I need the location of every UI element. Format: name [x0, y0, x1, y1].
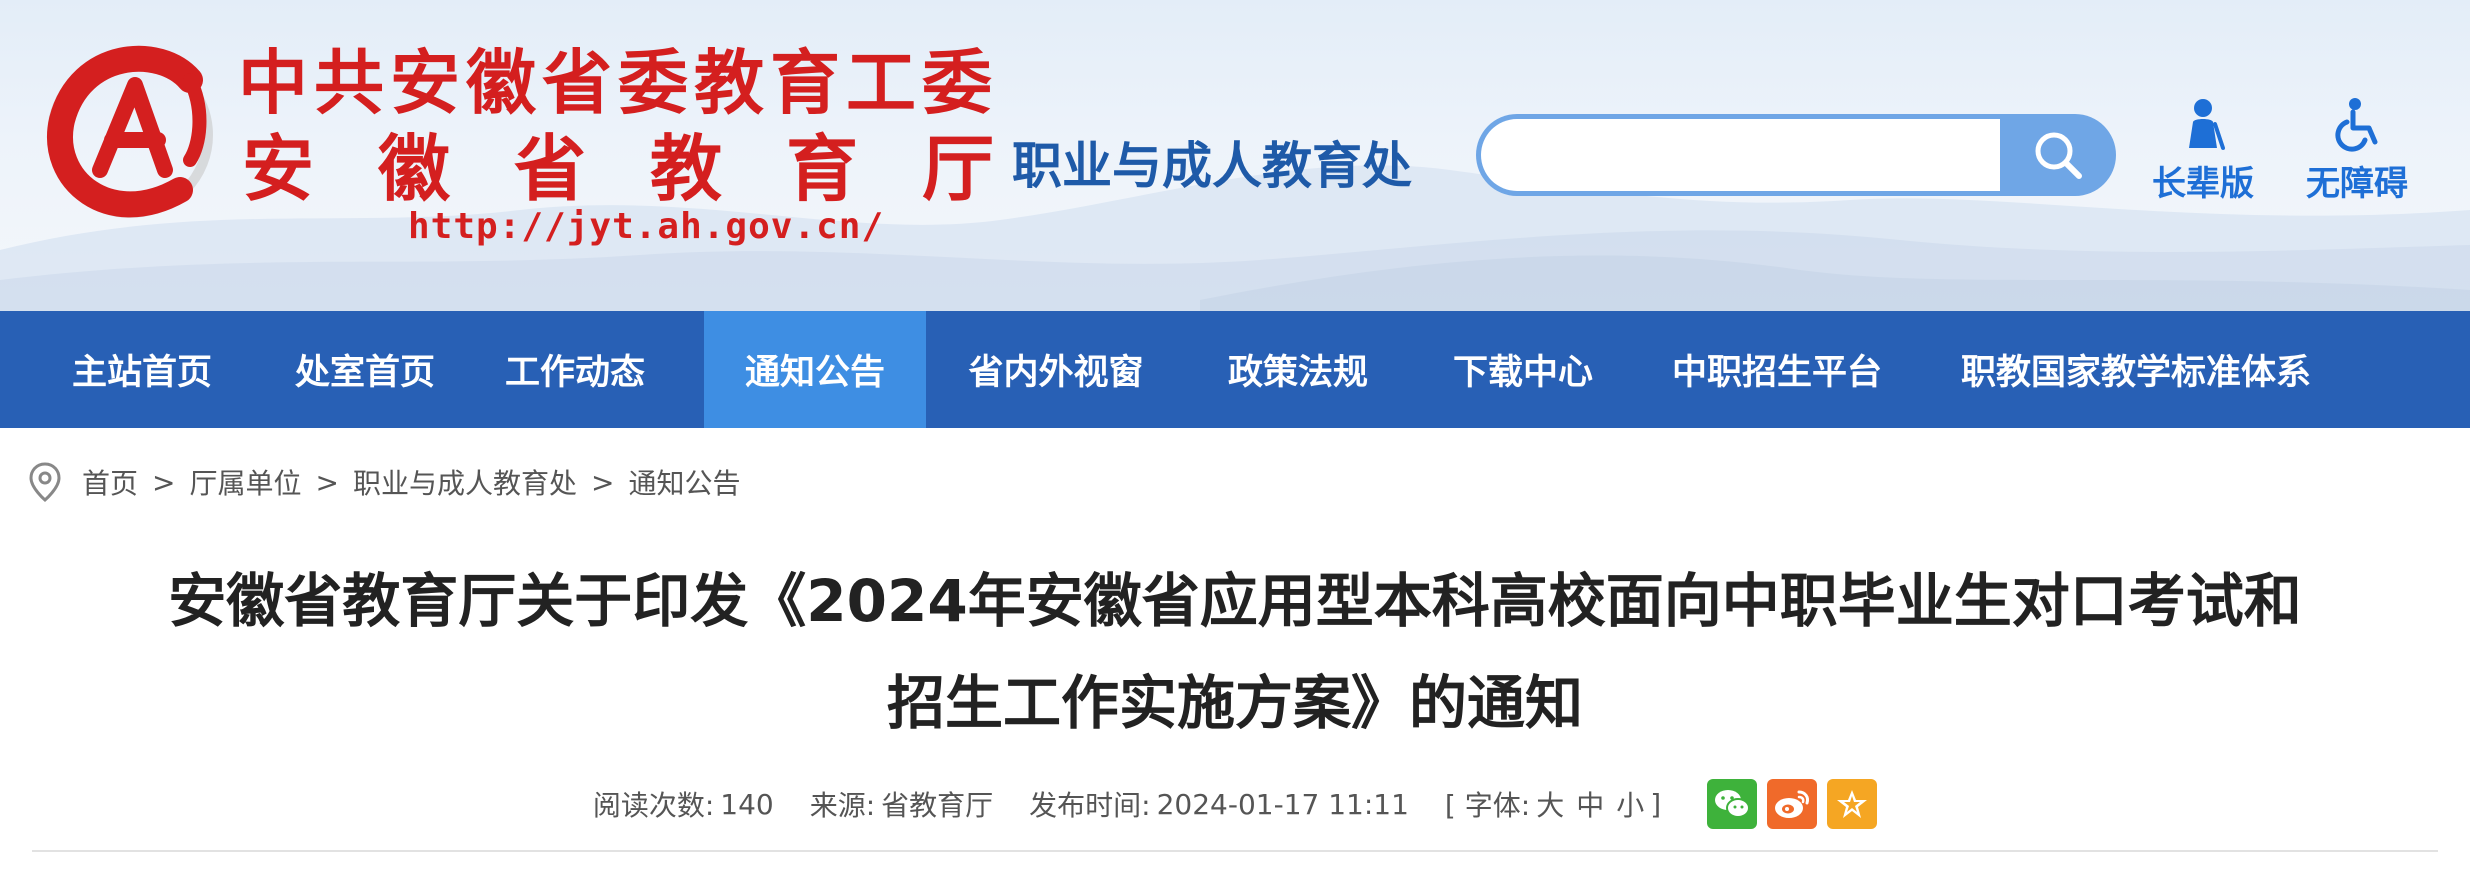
- search-icon: [2035, 132, 2082, 179]
- article-title-line-1: 安徽省教育厅关于印发《2024年安徽省应用型本科高校面向中职毕业生对口考试和: [168, 567, 2302, 635]
- meta-divider: [32, 850, 2438, 852]
- wechat-icon: [1715, 790, 1751, 818]
- nav-item-division-home[interactable]: 处室首页: [284, 311, 446, 428]
- share-wechat-button[interactable]: [1707, 779, 1758, 829]
- article-title: 安徽省教育厅关于印发《2024年安徽省应用型本科高校面向中职毕业生对口考试和 招…: [40, 550, 2430, 754]
- dept-name: 安徽省教育厅: [242, 126, 1059, 211]
- search-box: [1476, 114, 2116, 196]
- share-buttons: [1697, 779, 1878, 829]
- publish-date: 发布时间: 2024-01-17 11:11: [1029, 784, 1409, 824]
- font-size-medium[interactable]: 中: [1576, 784, 1604, 824]
- nav-item-enrollment[interactable]: 中职招生平台: [1636, 311, 1918, 428]
- nav-item-window[interactable]: 省内外视窗: [926, 311, 1186, 428]
- breadcrumb-separator: >: [152, 465, 176, 499]
- division-title: 职业与成人教育处: [1012, 137, 1412, 195]
- elder-person-icon: [2189, 99, 2225, 150]
- accessibility-label: 无障碍: [2306, 164, 2408, 204]
- breadcrumb-division[interactable]: 职业与成人教育处: [353, 462, 577, 502]
- share-favorite-button[interactable]: [1827, 779, 1878, 829]
- font-size-label: [ 字体:: [1444, 789, 1531, 822]
- emblem-logo: [47, 45, 213, 218]
- elder-mode-label: 长辈版: [2152, 164, 2254, 204]
- view-count: 阅读次数: 140: [593, 784, 774, 824]
- font-size-large[interactable]: 大: [1536, 784, 1564, 824]
- publish-date-label: 发布时间:: [1029, 789, 1151, 822]
- nav-item-notices[interactable]: 通知公告: [704, 311, 926, 428]
- publish-date-value: 2024-01-17 11:11: [1156, 787, 1409, 821]
- breadcrumb-notices[interactable]: 通知公告: [628, 462, 740, 502]
- view-count-value: 140: [720, 787, 774, 821]
- main-nav: 主站首页 处室首页 工作动态 通知公告 省内外视窗 政策法规 下载中心 中职招生…: [0, 311, 2470, 428]
- article-source: 来源: 省教育厅: [810, 784, 993, 824]
- site-header: 中共安徽省委教育工委 安徽省教育厅 http://jyt.ah.gov.cn/ …: [0, 0, 2470, 311]
- site-url[interactable]: http://jyt.ah.gov.cn/: [408, 206, 884, 247]
- star-icon: [1837, 790, 1868, 818]
- elder-mode-button[interactable]: 长辈版: [2138, 96, 2268, 205]
- breadcrumb-separator: >: [590, 465, 615, 499]
- source-value: 省教育厅: [881, 789, 994, 822]
- search-input[interactable]: [1476, 114, 2010, 196]
- share-weibo-button[interactable]: [1767, 779, 1818, 829]
- breadcrumb-separator: >: [315, 465, 339, 499]
- font-size-small[interactable]: 小: [1616, 784, 1644, 824]
- nav-item-news[interactable]: 工作动态: [446, 311, 704, 428]
- breadcrumb: 首页 > 厅属单位 > 职业与成人教育处 > 通知公告: [28, 458, 740, 506]
- nav-item-downloads[interactable]: 下载中心: [1410, 311, 1636, 428]
- weibo-icon: [1775, 790, 1810, 818]
- font-size-close: ]: [1650, 787, 1662, 821]
- org-name: 中共安徽省委教育工委: [238, 41, 998, 124]
- nav-item-policies[interactable]: 政策法规: [1186, 311, 1410, 428]
- accessibility-button[interactable]: 无障碍: [2292, 96, 2422, 205]
- view-count-label: 阅读次数:: [592, 789, 715, 822]
- breadcrumb-units[interactable]: 厅属单位: [189, 462, 301, 502]
- article-meta: 阅读次数: 140 来源: 省教育厅 发布时间: 2024-01-17 11:1…: [0, 776, 2470, 832]
- search-button[interactable]: [2000, 114, 2116, 196]
- source-label: 来源:: [809, 789, 876, 822]
- wheelchair-icon: [2335, 98, 2378, 152]
- nav-item-standards[interactable]: 职教国家教学标准体系: [1918, 311, 2354, 428]
- nav-item-home[interactable]: 主站首页: [0, 311, 284, 428]
- font-size-switcher: [ 字体: 大 中 小 ]: [1445, 784, 1661, 824]
- article-title-line-2: 招生工作实施方案》的通知: [886, 669, 1583, 737]
- breadcrumb-home[interactable]: 首页: [82, 462, 138, 502]
- location-pin-icon: [29, 462, 61, 502]
